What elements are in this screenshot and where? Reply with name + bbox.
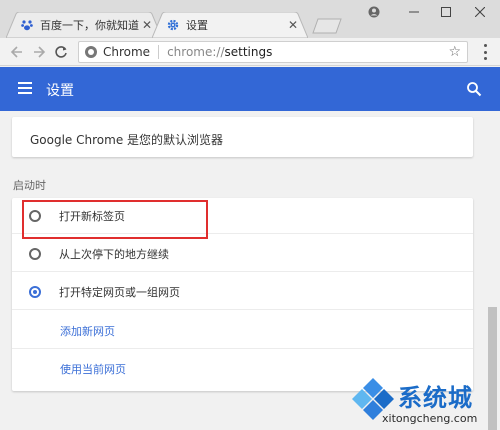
tab-settings[interactable]: 设置 ✕ bbox=[152, 12, 308, 38]
baidu-paw-icon bbox=[20, 18, 34, 32]
page-title: 设置 bbox=[46, 83, 74, 99]
watermark-url: xitongcheng.com bbox=[382, 412, 478, 425]
url-scheme: chrome:// bbox=[167, 45, 225, 59]
maximize-icon[interactable] bbox=[434, 4, 458, 20]
chrome-page-icon bbox=[85, 46, 97, 58]
gear-icon bbox=[166, 18, 180, 32]
minimize-icon[interactable] bbox=[402, 4, 426, 20]
default-browser-text: Google Chrome 是您的默认浏览器 bbox=[30, 133, 224, 147]
new-tab-button[interactable] bbox=[312, 18, 342, 34]
profile-icon[interactable] bbox=[362, 4, 386, 20]
search-icon[interactable] bbox=[466, 81, 482, 97]
startup-option-specific-pages[interactable]: 打开特定网页或一组网页 bbox=[12, 274, 473, 310]
bookmark-star-icon[interactable]: ☆ bbox=[448, 44, 461, 60]
address-bar[interactable]: Chrome chrome://settings ☆ bbox=[78, 41, 468, 63]
url-separator bbox=[158, 45, 160, 59]
radio-label: 从上次停下的地方继续 bbox=[59, 247, 169, 261]
browser-toolbar: Chrome chrome://settings ☆ bbox=[0, 38, 500, 66]
default-browser-card: Google Chrome 是您的默认浏览器 bbox=[12, 117, 473, 157]
startup-option-continue[interactable]: 从上次停下的地方继续 bbox=[12, 236, 473, 272]
radio-button[interactable] bbox=[29, 247, 41, 260]
radio-button-checked[interactable] bbox=[29, 285, 41, 298]
close-tab-icon[interactable]: ✕ bbox=[286, 18, 300, 32]
watermark-logo: 系统城 xitongcheng.com bbox=[350, 372, 500, 430]
tab-baidu[interactable]: 百度一下，你就知道 ✕ bbox=[6, 12, 162, 38]
settings-header: 设置 bbox=[0, 67, 500, 111]
back-arrow-icon[interactable] bbox=[8, 43, 26, 61]
url-path: settings bbox=[224, 45, 273, 59]
more-menu-icon[interactable] bbox=[480, 44, 490, 60]
tab-title: 设置 bbox=[186, 19, 208, 32]
tab-strip: 百度一下，你就知道 ✕ 设置 ✕ bbox=[0, 0, 500, 38]
radio-label: 打开特定网页或一组网页 bbox=[59, 285, 180, 299]
highlight-box bbox=[22, 200, 208, 239]
forward-arrow-icon[interactable] bbox=[30, 43, 48, 61]
tab-title: 百度一下，你就知道 bbox=[40, 19, 139, 32]
reload-icon[interactable] bbox=[52, 43, 70, 61]
url-chip: Chrome bbox=[103, 45, 151, 59]
close-window-icon[interactable] bbox=[468, 4, 492, 20]
add-new-page-link[interactable]: 添加新网页 bbox=[12, 313, 473, 349]
hamburger-menu-icon[interactable] bbox=[18, 82, 32, 94]
startup-section-label: 启动时 bbox=[13, 179, 46, 192]
watermark-title: 系统城 bbox=[398, 384, 473, 412]
